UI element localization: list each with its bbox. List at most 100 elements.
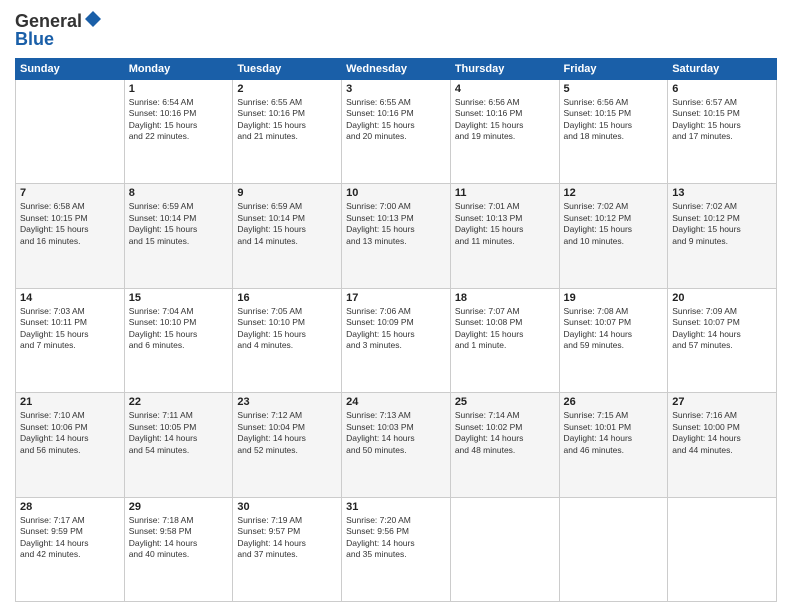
weekday-header-monday: Monday [124,59,233,80]
day-number: 6 [672,83,772,95]
day-info: Sunrise: 7:02 AM Sunset: 10:12 PM Daylig… [564,201,664,247]
day-number: 4 [455,83,555,95]
calendar-week-row: 7 Sunrise: 6:58 AM Sunset: 10:15 PM Dayli… [16,184,777,288]
day-info: Sunrise: 7:12 AM Sunset: 10:04 PM Daylig… [237,410,337,456]
day-info: Sunrise: 7:16 AM Sunset: 10:00 PM Daylig… [672,410,772,456]
calendar-cell: 7 Sunrise: 6:58 AM Sunset: 10:15 PM Dayli… [16,184,125,288]
day-number: 13 [672,187,772,199]
day-info: Sunrise: 7:13 AM Sunset: 10:03 PM Daylig… [346,410,446,456]
calendar-cell: 17 Sunrise: 7:06 AM Sunset: 10:09 PM Dayl… [342,288,451,392]
calendar-cell: 25 Sunrise: 7:14 AM Sunset: 10:02 PM Dayl… [450,393,559,497]
calendar-cell: 20 Sunrise: 7:09 AM Sunset: 10:07 PM Dayl… [668,288,777,392]
calendar-cell: 26 Sunrise: 7:15 AM Sunset: 10:01 PM Dayl… [559,393,668,497]
day-number: 3 [346,83,446,95]
day-number: 19 [564,292,664,304]
day-number: 12 [564,187,664,199]
calendar-cell: 16Sunrise: 7:05 AM Sunset: 10:10 PM Dayl… [233,288,342,392]
day-number: 8 [129,187,229,199]
day-number: 27 [672,396,772,408]
day-info: Sunrise: 6:57 AM Sunset: 10:15 PM Daylig… [672,97,772,143]
day-info: Sunrise: 7:20 AM Sunset: 9:56 PM Dayligh… [346,515,446,561]
calendar-cell [450,497,559,601]
day-info: Sunrise: 7:19 AM Sunset: 9:57 PM Dayligh… [237,515,337,561]
day-info: Sunrise: 7:01 AM Sunset: 10:13 PM Daylig… [455,201,555,247]
day-info: Sunrise: 7:09 AM Sunset: 10:07 PM Daylig… [672,306,772,352]
calendar-cell: 1 Sunrise: 6:54 AM Sunset: 10:16 PM Dayli… [124,80,233,184]
calendar-cell: 28 Sunrise: 7:17 AM Sunset: 9:59 PM Dayli… [16,497,125,601]
day-info: Sunrise: 6:59 AM Sunset: 10:14 PM Daylig… [129,201,229,247]
calendar-cell: 5 Sunrise: 6:56 AM Sunset: 10:15 PM Dayli… [559,80,668,184]
day-info: Sunrise: 6:56 AM Sunset: 10:15 PM Daylig… [564,97,664,143]
day-info: Sunrise: 6:55 AM Sunset: 10:16 PM Daylig… [237,97,337,143]
day-info: Sunrise: 7:18 AM Sunset: 9:58 PM Dayligh… [129,515,229,561]
weekday-header-tuesday: Tuesday [233,59,342,80]
day-number: 5 [564,83,664,95]
day-info: Sunrise: 6:54 AM Sunset: 10:16 PM Daylig… [129,97,229,143]
weekday-header-saturday: Saturday [668,59,777,80]
day-info: Sunrise: 6:55 AM Sunset: 10:16 PM Daylig… [346,97,446,143]
day-info: Sunrise: 7:06 AM Sunset: 10:09 PM Daylig… [346,306,446,352]
calendar-week-row: 1 Sunrise: 6:54 AM Sunset: 10:16 PM Dayli… [16,80,777,184]
calendar-cell: 27 Sunrise: 7:16 AM Sunset: 10:00 PM Dayl… [668,393,777,497]
calendar-cell: 30 Sunrise: 7:19 AM Sunset: 9:57 PM Dayli… [233,497,342,601]
day-number: 14 [20,292,120,304]
weekday-header-thursday: Thursday [450,59,559,80]
day-info: Sunrise: 7:14 AM Sunset: 10:02 PM Daylig… [455,410,555,456]
calendar-week-row: 28 Sunrise: 7:17 AM Sunset: 9:59 PM Dayli… [16,497,777,601]
calendar-cell: 31Sunrise: 7:20 AM Sunset: 9:56 PM Dayli… [342,497,451,601]
page: General Blue SundayMondayTuesdayWednesda… [0,0,792,612]
day-number: 18 [455,292,555,304]
calendar-cell: 15Sunrise: 7:04 AM Sunset: 10:10 PM Dayl… [124,288,233,392]
day-number: 17 [346,292,446,304]
calendar-cell: 8 Sunrise: 6:59 AM Sunset: 10:14 PM Dayli… [124,184,233,288]
day-number: 20 [672,292,772,304]
day-number: 30 [237,501,337,513]
calendar-cell: 23 Sunrise: 7:12 AM Sunset: 10:04 PM Dayl… [233,393,342,497]
day-info: Sunrise: 7:00 AM Sunset: 10:13 PM Daylig… [346,201,446,247]
day-number: 1 [129,83,229,95]
day-info: Sunrise: 7:02 AM Sunset: 10:12 PM Daylig… [672,201,772,247]
calendar-cell: 13 Sunrise: 7:02 AM Sunset: 10:12 PM Dayl… [668,184,777,288]
day-number: 9 [237,187,337,199]
day-info: Sunrise: 6:56 AM Sunset: 10:16 PM Daylig… [455,97,555,143]
weekday-header-friday: Friday [559,59,668,80]
day-info: Sunrise: 6:58 AM Sunset: 10:15 PM Daylig… [20,201,120,247]
calendar-cell: 2Sunrise: 6:55 AM Sunset: 10:16 PM Dayli… [233,80,342,184]
calendar-week-row: 14 Sunrise: 7:03 AM Sunset: 10:11 PM Dayl… [16,288,777,392]
calendar-cell: 21 Sunrise: 7:10 AM Sunset: 10:06 PM Dayl… [16,393,125,497]
day-info: Sunrise: 7:15 AM Sunset: 10:01 PM Daylig… [564,410,664,456]
day-number: 25 [455,396,555,408]
calendar-cell: 18 Sunrise: 7:07 AM Sunset: 10:08 PM Dayl… [450,288,559,392]
day-number: 23 [237,396,337,408]
calendar-cell: 14 Sunrise: 7:03 AM Sunset: 10:11 PM Dayl… [16,288,125,392]
day-number: 11 [455,187,555,199]
calendar-cell: 12 Sunrise: 7:02 AM Sunset: 10:12 PM Dayl… [559,184,668,288]
logo-flag-icon [84,10,102,33]
day-number: 29 [129,501,229,513]
calendar-week-row: 21 Sunrise: 7:10 AM Sunset: 10:06 PM Dayl… [16,393,777,497]
calendar-cell: 9 Sunrise: 6:59 AM Sunset: 10:14 PM Dayli… [233,184,342,288]
day-info: Sunrise: 7:03 AM Sunset: 10:11 PM Daylig… [20,306,120,352]
day-info: Sunrise: 7:10 AM Sunset: 10:06 PM Daylig… [20,410,120,456]
weekday-header-sunday: Sunday [16,59,125,80]
header: General Blue [15,10,777,50]
day-info: Sunrise: 7:07 AM Sunset: 10:08 PM Daylig… [455,306,555,352]
day-number: 7 [20,187,120,199]
logo: General Blue [15,10,102,50]
calendar-cell: 24Sunrise: 7:13 AM Sunset: 10:03 PM Dayl… [342,393,451,497]
day-info: Sunrise: 7:17 AM Sunset: 9:59 PM Dayligh… [20,515,120,561]
day-number: 28 [20,501,120,513]
calendar-cell: 19Sunrise: 7:08 AM Sunset: 10:07 PM Dayl… [559,288,668,392]
logo-blue-text: Blue [15,29,54,50]
calendar-cell: 10Sunrise: 7:00 AM Sunset: 10:13 PM Dayl… [342,184,451,288]
weekday-header-wednesday: Wednesday [342,59,451,80]
day-number: 16 [237,292,337,304]
day-info: Sunrise: 6:59 AM Sunset: 10:14 PM Daylig… [237,201,337,247]
calendar-cell: 3 Sunrise: 6:55 AM Sunset: 10:16 PM Dayli… [342,80,451,184]
calendar-table: SundayMondayTuesdayWednesdayThursdayFrid… [15,58,777,602]
day-number: 26 [564,396,664,408]
calendar-cell: 29 Sunrise: 7:18 AM Sunset: 9:58 PM Dayli… [124,497,233,601]
day-info: Sunrise: 7:11 AM Sunset: 10:05 PM Daylig… [129,410,229,456]
weekday-header-row: SundayMondayTuesdayWednesdayThursdayFrid… [16,59,777,80]
day-number: 21 [20,396,120,408]
